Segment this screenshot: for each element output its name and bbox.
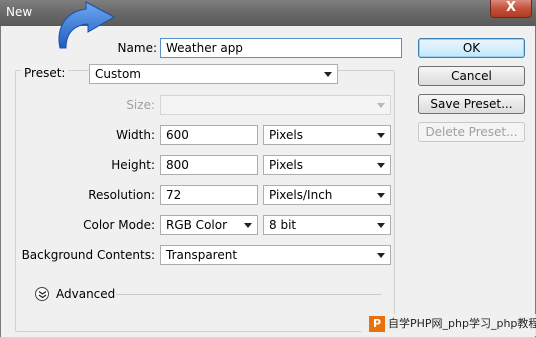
window-title: New: [6, 5, 33, 19]
chevron-down-icon: [377, 103, 385, 108]
chevron-down-icon: [244, 223, 252, 228]
bit-depth-value: 8 bit: [269, 218, 297, 232]
advanced-label: Advanced: [56, 287, 116, 301]
chevron-down-icon: [377, 133, 385, 138]
ok-button[interactable]: OK: [418, 38, 525, 58]
watermark: P 自学PHP网_php学习_php教程: [361, 314, 536, 336]
new-document-dialog: Name: Weather app Preset: Custom Size: W…: [0, 26, 536, 337]
resolution-label: Resolution:: [88, 188, 155, 202]
chevron-down-icon: [324, 72, 332, 77]
color-mode-value: RGB Color: [166, 218, 228, 232]
height-label: Height:: [111, 158, 155, 172]
watermark-text: 自学PHP网_php学习_php教程: [388, 317, 536, 330]
preset-select[interactable]: Custom: [89, 64, 338, 84]
chevron-down-icon: [377, 253, 385, 258]
width-unit-select[interactable]: Pixels: [263, 125, 391, 145]
chevron-down-icon: [377, 223, 385, 228]
advanced-divider: [116, 294, 381, 295]
width-unit-value: Pixels: [269, 128, 304, 142]
chevron-down-icon: [377, 193, 385, 198]
background-contents-value: Transparent: [166, 248, 238, 262]
preset-label: Preset:: [21, 66, 69, 80]
close-button[interactable]: X: [490, 0, 532, 18]
chevron-down-icon: [377, 163, 385, 168]
preset-value: Custom: [95, 67, 141, 81]
bit-depth-select[interactable]: 8 bit: [263, 215, 391, 235]
watermark-logo: P: [369, 316, 385, 332]
save-preset-button[interactable]: Save Preset...: [418, 94, 525, 114]
chevron-down-circle-icon: [38, 290, 47, 299]
height-unit-select[interactable]: Pixels: [263, 155, 391, 175]
advanced-toggle[interactable]: [35, 287, 49, 301]
width-input[interactable]: 600: [160, 125, 258, 145]
size-label: Size:: [126, 98, 155, 112]
delete-preset-button: Delete Preset...: [418, 122, 525, 142]
cancel-button[interactable]: Cancel: [418, 66, 525, 86]
resolution-input[interactable]: 72: [160, 185, 258, 205]
background-contents-label: Background Contents:: [21, 248, 155, 262]
background-contents-select[interactable]: Transparent: [160, 245, 391, 265]
color-mode-select[interactable]: RGB Color: [160, 215, 258, 235]
curved-arrow-icon: [58, 1, 116, 49]
size-select: [160, 95, 391, 115]
resolution-unit-value: Pixels/Inch: [269, 188, 333, 202]
color-mode-label: Color Mode:: [83, 218, 155, 232]
resolution-unit-select[interactable]: Pixels/Inch: [263, 185, 391, 205]
width-label: Width:: [116, 128, 155, 142]
height-unit-value: Pixels: [269, 158, 304, 172]
name-input[interactable]: Weather app: [160, 38, 402, 58]
height-input[interactable]: 800: [160, 155, 258, 175]
